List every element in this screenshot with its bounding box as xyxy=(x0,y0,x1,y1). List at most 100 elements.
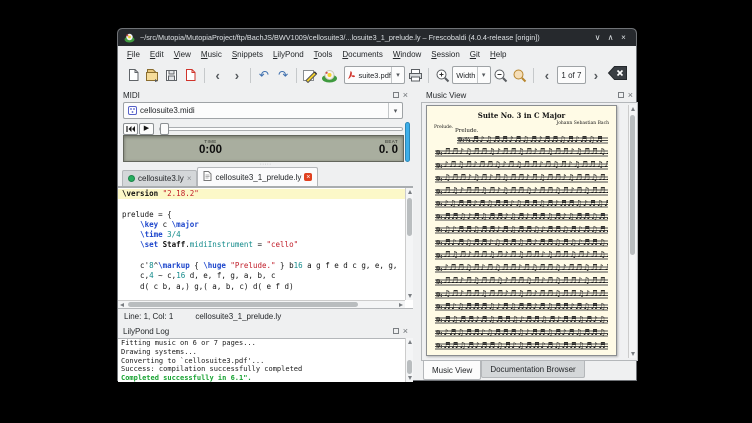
menu-music[interactable]: Music xyxy=(196,48,227,61)
back-button[interactable]: ‹ xyxy=(209,65,227,85)
scroll-up-icon[interactable] xyxy=(631,107,635,111)
staff-notes: ♫♪♬♬♫♬♬♪♬♫♬♬♫♪♬♬♫♬♪♬♫♬♬♫♪♬ xyxy=(443,226,608,233)
log-scrollbar[interactable] xyxy=(405,338,413,382)
code-line[interactable]: c'8^\markup { \huge "Prelude." } b16 a g… xyxy=(118,261,405,271)
scroll-left-icon[interactable] xyxy=(120,303,124,307)
maximize-icon[interactable]: ∧ xyxy=(604,33,617,42)
engrave-button[interactable] xyxy=(301,65,319,85)
abort-engraving-button[interactable] xyxy=(607,65,628,86)
bass-clef-icon: 9: xyxy=(435,150,443,157)
document-tab[interactable]: cellosuite3_1_prelude.ly× xyxy=(197,167,318,186)
code-line[interactable] xyxy=(118,251,405,261)
panel-splitter[interactable] xyxy=(413,88,421,380)
menu-lilypond[interactable]: LilyPond xyxy=(268,48,309,61)
staff-notes: ♬♫♬♪♬♬♫♬♪♬♫♬♬♪♫♬♬♫♬♪♬♫♬♬♪♬ xyxy=(443,251,608,258)
new-document-button[interactable] xyxy=(124,65,142,85)
view-tab-music-view[interactable]: Music View xyxy=(423,361,481,380)
scroll-down-icon[interactable] xyxy=(408,376,412,380)
menu-help[interactable]: Help xyxy=(485,48,511,61)
close-document-button[interactable] xyxy=(182,65,200,85)
menu-view[interactable]: View xyxy=(169,48,196,61)
open-document-icon xyxy=(145,68,159,82)
float-panel-icon[interactable] xyxy=(393,328,399,334)
toolbar-separator xyxy=(250,68,251,83)
close-panel-icon[interactable]: × xyxy=(403,92,408,98)
page-indicator-field[interactable]: 1 of 7 xyxy=(557,66,586,84)
save-icon xyxy=(165,69,178,82)
float-panel-icon[interactable] xyxy=(393,92,399,98)
scroll-up-icon[interactable] xyxy=(408,190,412,194)
menu-git[interactable]: Git xyxy=(465,48,485,61)
code-line[interactable]: \time 3/4 xyxy=(118,230,405,240)
view-tab-documentation-browser[interactable]: Documentation Browser xyxy=(481,361,584,378)
float-panel-icon[interactable] xyxy=(618,92,624,98)
tab-close-icon[interactable]: × xyxy=(304,173,312,181)
editor-horizontal-scrollbar[interactable] xyxy=(118,300,405,308)
music-view-scrollbar[interactable] xyxy=(628,105,636,358)
zoom-out-button[interactable] xyxy=(492,65,510,85)
print-button[interactable] xyxy=(406,65,424,85)
magnifier-button[interactable] xyxy=(511,65,529,85)
code-line[interactable]: \key c \major xyxy=(118,220,405,230)
title-bar[interactable]: ~/src/Mutopia/MutopiaProject/ftp/BachJS/… xyxy=(118,29,636,46)
dropdown-arrow-icon[interactable]: ▾ xyxy=(477,67,490,83)
staff-notes: ♬♬♪♬♫♬♬♫♪♬♬♫♬♪♬♫♬♬♪♫♬♬♫♬♪♬ xyxy=(443,277,608,284)
undo-button[interactable]: ↶ xyxy=(255,65,273,85)
log-output[interactable]: Fitting music on 6 or 7 pages...Drawing … xyxy=(118,338,413,382)
scrollbar-thumb[interactable] xyxy=(630,115,635,255)
scroll-down-icon[interactable] xyxy=(631,352,635,356)
tab-close-icon[interactable]: × xyxy=(187,175,192,182)
code-line[interactable]: prelude = { xyxy=(118,210,405,220)
code-line[interactable]: \set Staff.midiInstrument = "cello" xyxy=(118,240,405,250)
scrollbar-thumb[interactable] xyxy=(128,302,358,307)
close-panel-icon[interactable]: × xyxy=(628,92,633,98)
lilypond-engrave-button[interactable] xyxy=(320,65,338,85)
code-line[interactable]: c,4 ~ c,16 d, e, f, g, a, b, c xyxy=(118,271,405,281)
seek-handle[interactable] xyxy=(160,123,169,135)
window-close-icon[interactable]: × xyxy=(617,33,630,42)
menu-tools[interactable]: Tools xyxy=(309,48,338,61)
play-button[interactable]: ▶ xyxy=(139,123,154,135)
scrollbar-thumb[interactable] xyxy=(407,360,412,374)
editor-vertical-scrollbar[interactable] xyxy=(405,188,413,300)
scroll-right-icon[interactable] xyxy=(399,303,403,307)
volume-slider[interactable] xyxy=(405,122,410,162)
scroll-up-icon[interactable] xyxy=(408,340,412,344)
dropdown-arrow-icon[interactable]: ▾ xyxy=(391,67,404,83)
midi-file-combo[interactable]: cellosuite3.midi ▾ xyxy=(123,102,403,119)
close-panel-icon[interactable]: × xyxy=(403,328,408,334)
zoom-mode-combo[interactable]: Width ▾ xyxy=(452,66,490,84)
next-page-button[interactable]: › xyxy=(587,65,605,85)
open-document-button[interactable] xyxy=(143,65,161,85)
score-page[interactable]: Suite No. 3 in C Major Johann Sebastian … xyxy=(426,105,617,356)
document-tab[interactable]: cellosuite3.ly× xyxy=(122,170,197,186)
zoom-in-button[interactable] xyxy=(433,65,451,85)
minimize-icon[interactable]: ∨ xyxy=(591,33,604,42)
staff-notes: ♬♫♪♬♬♫♬♪♫♬♬♫♪♬♬♫♬♪♬♫♬♬♪♫♬♪ xyxy=(443,187,608,194)
menu-window[interactable]: Window xyxy=(388,48,426,61)
rewind-button[interactable] xyxy=(123,123,138,135)
menu-edit[interactable]: Edit xyxy=(145,48,169,61)
code-area[interactable]: \version "2.18.2" prelude = { \key c \maj… xyxy=(118,189,405,300)
code-line[interactable]: d( c b, a,) g,( a, b, c) d( e f d) xyxy=(118,282,405,292)
save-button[interactable] xyxy=(162,65,180,85)
scroll-down-icon[interactable] xyxy=(408,294,412,298)
pdf-document-combo[interactable]: suite3.pdf ▾ xyxy=(344,66,405,84)
menu-documents[interactable]: Documents xyxy=(337,48,387,61)
code-editor[interactable]: \version "2.18.2" prelude = { \key c \maj… xyxy=(118,187,413,309)
code-line[interactable]: \version "2.18.2" xyxy=(118,189,405,199)
document-icon xyxy=(203,171,212,183)
close-document-icon xyxy=(184,68,197,82)
scrollbar-thumb[interactable] xyxy=(407,198,412,236)
seek-slider[interactable] xyxy=(159,123,403,135)
dropdown-arrow-icon[interactable]: ▾ xyxy=(388,103,402,118)
redo-button[interactable]: ↷ xyxy=(274,65,292,85)
menu-file[interactable]: File xyxy=(122,48,145,61)
menu-snippets[interactable]: Snippets xyxy=(227,48,268,61)
forward-button[interactable]: › xyxy=(228,65,246,85)
music-view-content[interactable]: Suite No. 3 in C Major Johann Sebastian … xyxy=(421,102,638,361)
menu-session[interactable]: Session xyxy=(426,48,464,61)
code-line[interactable] xyxy=(118,199,405,209)
staff-system: 9:♪♫♬♬♪♬♫♬♬♪♫♬♬♫♬♪♬♬♫♪♬♫♬♬♪♫ xyxy=(435,201,608,208)
previous-page-button[interactable]: ‹ xyxy=(538,65,556,85)
